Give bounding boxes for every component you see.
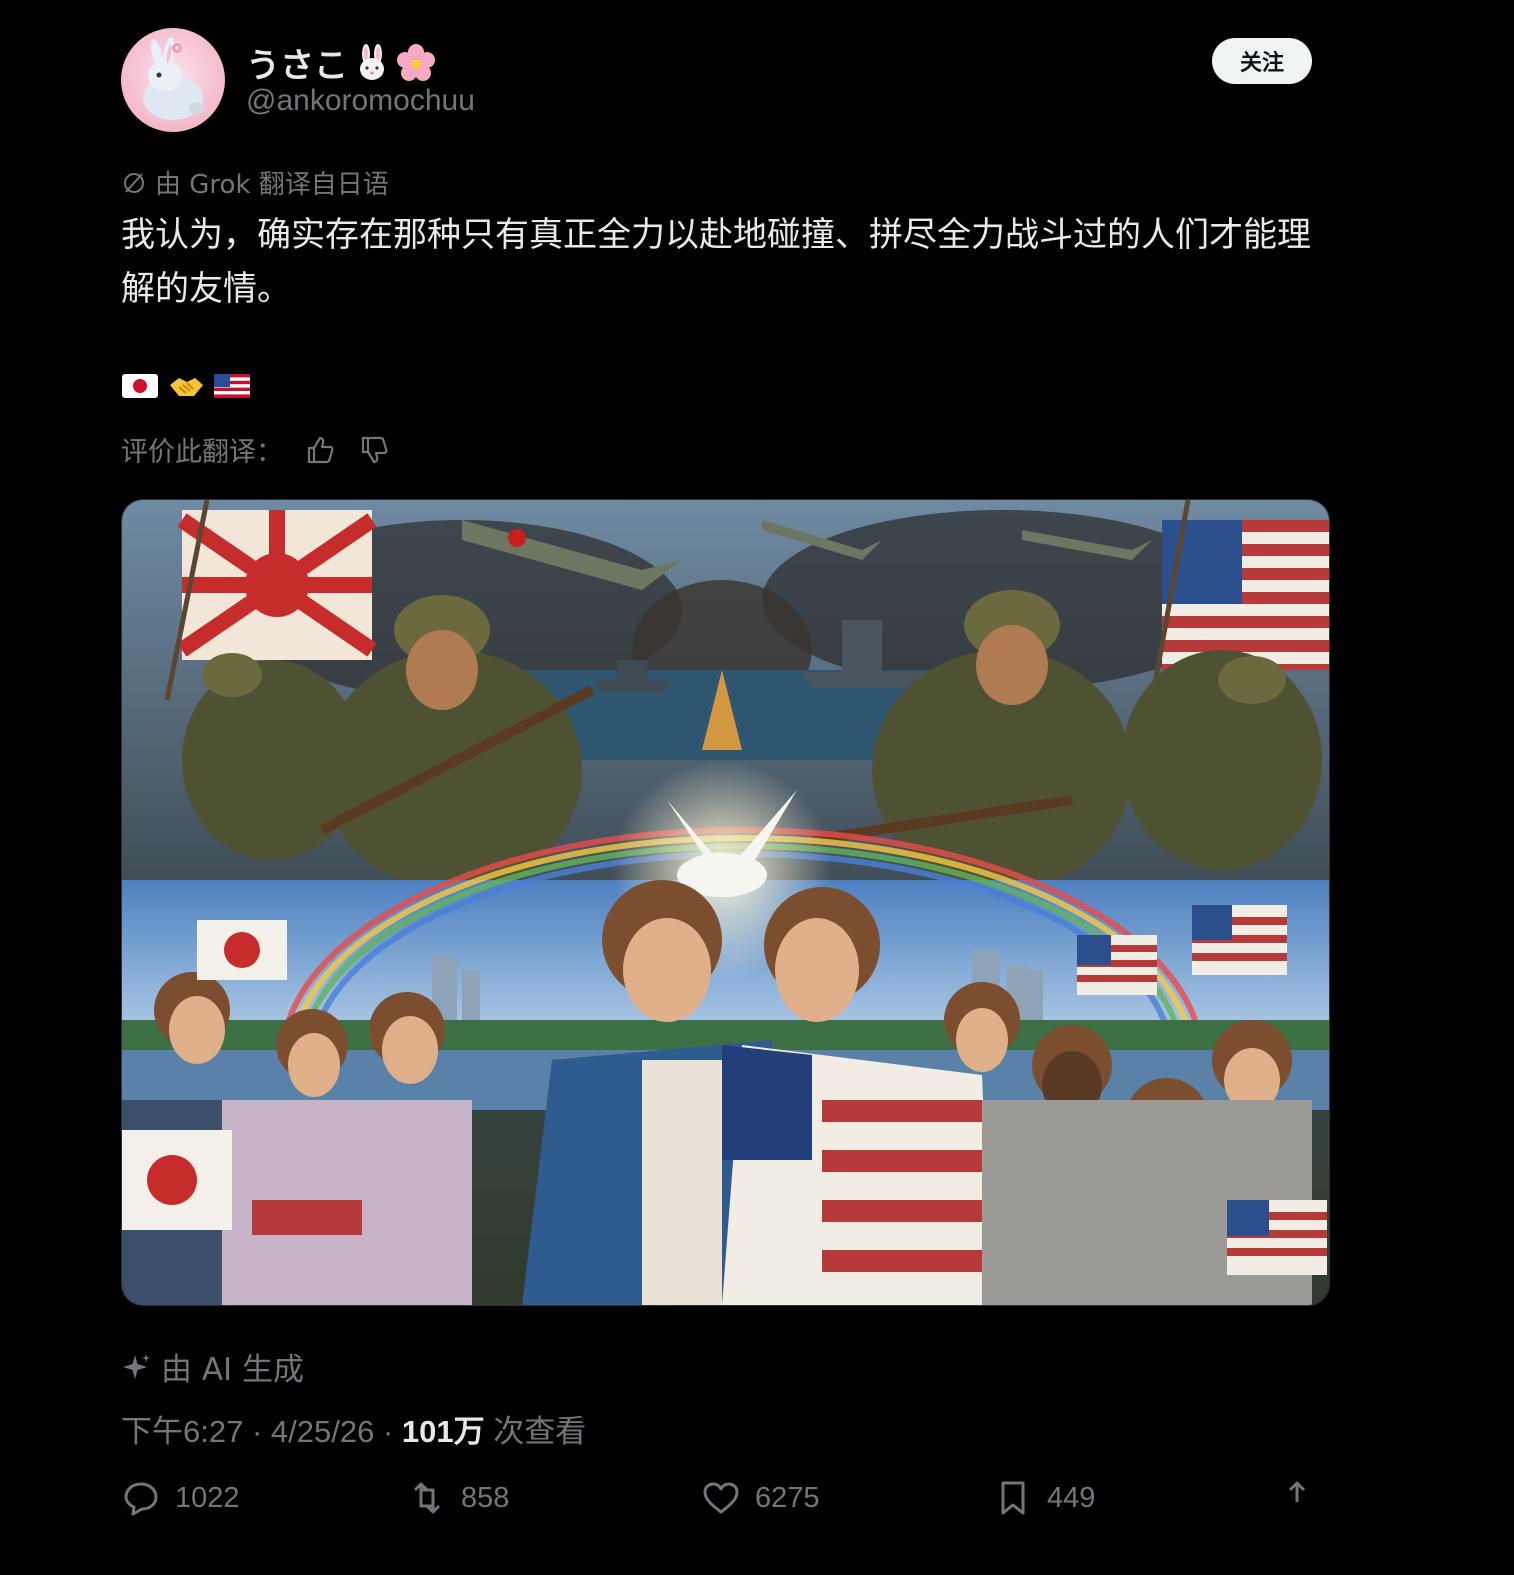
bookmark-icon	[1001, 1481, 1025, 1515]
flag-japan-icon	[122, 374, 158, 398]
bookmark-button[interactable]: 449	[993, 1478, 1095, 1518]
tweet-time[interactable]: 下午6:27	[121, 1414, 243, 1449]
ai-generated-label[interactable]: 由 AI 生成	[121, 1344, 304, 1389]
meta-separator: ·	[251, 1414, 271, 1449]
user-handle[interactable]: @ankoromochuu	[246, 84, 475, 118]
ai-generated-text: 由 AI 生成	[161, 1352, 305, 1388]
share-button[interactable]	[1281, 1478, 1313, 1510]
bookmark-count: 449	[1047, 1481, 1096, 1514]
tweet-date[interactable]: 4/25/26	[271, 1414, 374, 1449]
tweet-image[interactable]	[121, 499, 1330, 1306]
thumbs-up-icon[interactable]	[303, 433, 337, 467]
repost-count: 858	[461, 1481, 510, 1514]
action-bar: 1022 858 6275 449	[121, 1478, 1321, 1532]
handshake-icon	[170, 378, 203, 396]
translation-note: 由 Grok 翻译自日语	[121, 164, 389, 201]
views-count: 101万	[401, 1414, 485, 1449]
tweet-text: 我认为，确实存在那种只有真正全力以赴地碰撞、拼尽全力战斗过的人们才能理解的友情。	[121, 215, 1311, 309]
heart-icon	[703, 1482, 739, 1514]
translate-icon	[124, 172, 144, 193]
rabbit-face-icon	[360, 43, 384, 80]
views-label: 次查看	[493, 1414, 587, 1449]
repost-button[interactable]: 858	[407, 1478, 509, 1518]
translation-note-text: 由 Grok 翻译自日语	[155, 170, 389, 200]
rate-translation-row: 评价此翻译：	[121, 430, 391, 469]
share-icon	[1288, 1481, 1306, 1502]
reply-icon	[124, 1482, 158, 1516]
like-button[interactable]: 6275	[701, 1478, 820, 1518]
avatar[interactable]	[121, 28, 225, 132]
reply-count: 1022	[175, 1481, 240, 1514]
reply-button[interactable]: 1022	[121, 1478, 240, 1518]
ai-painting-illustration	[122, 500, 1329, 1305]
thumbs-down-icon[interactable]	[357, 433, 391, 467]
like-count: 6275	[755, 1481, 820, 1514]
follow-button[interactable]: 关注	[1212, 38, 1312, 84]
rate-translation-label: 评价此翻译：	[121, 437, 283, 468]
emoji-row	[121, 371, 251, 401]
cherry-blossom-icon	[397, 43, 435, 81]
meta-separator: ·	[382, 1414, 402, 1449]
flag-usa-icon	[214, 374, 250, 398]
rabbit-avatar-icon	[143, 37, 205, 120]
display-name-text: うさこ	[246, 46, 348, 86]
display-name[interactable]: うさこ	[246, 38, 436, 87]
repost-icon	[413, 1482, 441, 1514]
tweet-meta: 下午6:27 · 4/25/26 · 101万 次查看	[121, 1406, 586, 1451]
sparkle-icon	[123, 1353, 150, 1379]
